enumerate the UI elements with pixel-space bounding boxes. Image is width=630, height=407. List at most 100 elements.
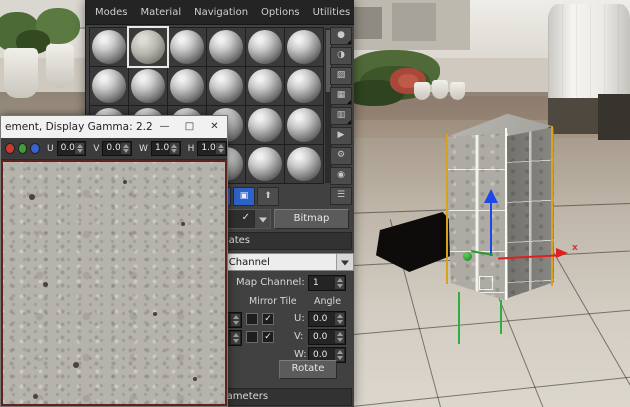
material-slot[interactable] [246, 67, 284, 105]
blue-channel-icon[interactable] [30, 143, 40, 154]
menu-options[interactable]: Options [261, 7, 300, 18]
angle-header: Angle [314, 296, 341, 307]
material-slot[interactable] [207, 28, 245, 66]
texture-preview-canvas[interactable] [1, 160, 227, 406]
material-sphere [248, 69, 282, 103]
texture-pore [43, 282, 48, 287]
water-tank [548, 4, 630, 106]
angle-v-spinner[interactable]: 0.0 [308, 329, 346, 345]
preview-icon[interactable]: ▶ [330, 127, 352, 145]
tile-u-checkbox[interactable]: ✓ [262, 313, 274, 325]
image-viewer-window: ement, Display Gamma: 2.2, ... — □ ✕ U 0… [0, 115, 228, 407]
texture-pore [193, 377, 197, 381]
screen: x Modes Material Navigation Options Util… [0, 0, 630, 407]
gizmo-x-arrowhead[interactable] [556, 248, 568, 258]
v-axis-label: V: [294, 331, 303, 342]
material-sphere [170, 69, 204, 103]
material-editor-menubar: Modes Material Navigation Options Utilit… [86, 0, 354, 25]
menu-modes[interactable]: Modes [95, 7, 127, 18]
material-slot[interactable] [90, 67, 128, 105]
h-field-spinner[interactable]: 1.0 [197, 141, 227, 156]
options-icon[interactable]: ⚙ [330, 147, 352, 165]
material-slot[interactable] [129, 28, 167, 66]
angle-u-spinner[interactable]: 0.0 [308, 311, 346, 327]
spinner-arrows-icon[interactable] [121, 143, 130, 154]
sample-type-icon[interactable]: ● [330, 27, 352, 45]
gizmo-y-handle[interactable] [463, 252, 472, 261]
tile-v-checkbox[interactable]: ✓ [262, 331, 274, 343]
select-by-material-icon[interactable]: ◉ [330, 167, 352, 185]
material-slot[interactable] [246, 28, 284, 66]
spinner-arrows-icon[interactable] [75, 143, 84, 154]
selected-edge[interactable] [446, 134, 448, 284]
material-slot[interactable] [246, 106, 284, 144]
check-icon: ✓ [242, 212, 250, 223]
spinner-arrows-icon[interactable] [170, 143, 179, 154]
spinner-arrows-icon[interactable] [335, 331, 344, 343]
menu-utilities[interactable]: Utilities [313, 7, 351, 18]
box-face-right[interactable] [506, 122, 555, 298]
texture-pore [73, 362, 79, 368]
navigator-icon[interactable]: ☰ [330, 187, 352, 205]
flower-pot [4, 48, 38, 98]
red-channel-icon[interactable] [5, 143, 15, 154]
image-viewer-toolbar: U 0.0 V 0.0 W 1.0 H 1.0 [1, 138, 227, 160]
tiling-icon[interactable]: ▦ [330, 87, 352, 105]
material-sphere [287, 108, 321, 142]
material-slot[interactable] [285, 28, 323, 66]
texture-pore [123, 180, 127, 184]
gizmo-z-axis[interactable] [490, 202, 492, 256]
spinner-arrows-icon[interactable] [231, 332, 240, 344]
material-sphere [248, 108, 282, 142]
show-end-result-icon[interactable]: ▣ [233, 187, 255, 206]
dark-recess [598, 94, 630, 140]
material-slot[interactable] [129, 67, 167, 105]
angle-w-value: 0.0 [313, 350, 327, 360]
gizmo-center-handle[interactable] [479, 276, 493, 290]
spinner-arrows-icon[interactable] [335, 277, 344, 289]
map-type-button[interactable]: Bitmap [274, 209, 349, 229]
texture-pore [29, 194, 35, 200]
u-field-spinner[interactable]: 0.0 [57, 141, 87, 156]
menu-navigation[interactable]: Navigation [194, 7, 248, 18]
sample-tools-column: ● ◑ ▨ ▦ ▥ ▶ ⚙ ◉ ☰ [330, 27, 351, 207]
video-color-check-icon[interactable]: ▥ [330, 107, 352, 125]
material-slot[interactable] [285, 106, 323, 144]
w-field-value: 1.0 [155, 143, 169, 153]
v-field-spinner[interactable]: 0.0 [102, 141, 132, 156]
flyout-corner-icon [347, 100, 351, 104]
spinner-arrows-icon[interactable] [335, 313, 344, 325]
spinner-arrows-icon[interactable] [231, 314, 240, 326]
green-channel-icon[interactable] [18, 143, 28, 154]
material-slot[interactable] [285, 145, 323, 183]
material-sphere [287, 69, 321, 103]
dropdown-arrow-icon[interactable] [336, 254, 353, 270]
image-viewer-titlebar[interactable]: ement, Display Gamma: 2.2, ... — □ ✕ [1, 116, 227, 138]
maximize-icon[interactable]: □ [177, 116, 202, 138]
material-slot[interactable] [285, 67, 323, 105]
close-icon[interactable]: ✕ [202, 116, 227, 138]
mirror-v-checkbox[interactable] [246, 331, 258, 343]
material-slot[interactable] [90, 28, 128, 66]
material-slot[interactable] [168, 67, 206, 105]
mirror-u-checkbox[interactable] [246, 313, 258, 325]
menu-material[interactable]: Material [140, 7, 181, 18]
w-field-spinner[interactable]: 1.0 [151, 141, 181, 156]
map-channel-spinner[interactable]: 1 [308, 275, 346, 291]
box-face-front[interactable] [445, 128, 509, 302]
minimize-icon[interactable]: — [152, 116, 177, 138]
material-slot[interactable] [246, 145, 284, 183]
background-icon[interactable]: ▨ [330, 67, 352, 85]
texture-pore [153, 312, 157, 316]
spinner-arrows-icon[interactable] [216, 143, 225, 154]
rotate-button[interactable]: Rotate [279, 360, 337, 379]
dropdown-arrow-icon[interactable] [254, 210, 270, 228]
material-sphere [287, 147, 321, 181]
material-slot[interactable] [207, 67, 245, 105]
material-slot[interactable] [168, 28, 206, 66]
selected-edge[interactable] [551, 126, 553, 286]
flower-pot [414, 82, 430, 100]
backlight-icon[interactable]: ◑ [330, 47, 352, 65]
go-parent-icon[interactable]: ⬆ [257, 187, 279, 206]
gizmo-z-arrowhead[interactable] [484, 189, 498, 203]
